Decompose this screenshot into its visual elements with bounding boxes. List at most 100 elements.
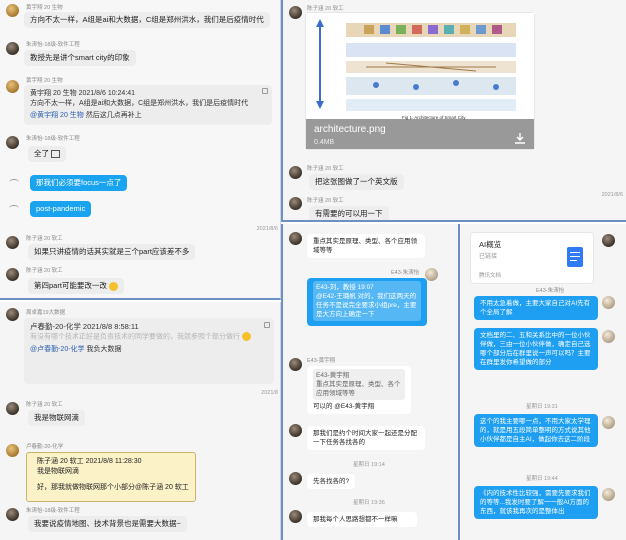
avatar[interactable] bbox=[602, 296, 615, 309]
doc-subtitle: 已链接 bbox=[479, 254, 498, 260]
timestamp: 2021/8/6 bbox=[601, 192, 623, 198]
chat-panel-bottom-left: 周卓嘉19大数据 卢春勤-20-化学 2021/8/8 8:58:11 有没有哪… bbox=[0, 302, 281, 540]
quoted-reply[interactable]: 卢春勤-20-化学 2021/8/8 8:58:11 有没有哪个技术正好是负责技… bbox=[24, 318, 274, 384]
avatar[interactable] bbox=[6, 508, 19, 521]
avatar[interactable] bbox=[602, 416, 615, 429]
avatar[interactable] bbox=[289, 6, 302, 19]
message-bubble[interactable]: E43-黄宇翔 重点其实是原理、类型、各个应用领域等等 可以的 @E43-黄宇翔 bbox=[307, 366, 411, 414]
bird-avatar-icon[interactable] bbox=[8, 174, 21, 187]
message-bubble[interactable]: E43-刘，教授 19:07 @E42-王璐帆 对的，我们这两天的任务不是说完全… bbox=[307, 278, 427, 326]
avatar[interactable] bbox=[6, 4, 19, 17]
doc-file-icon bbox=[567, 247, 583, 267]
image-file-card[interactable]: Fig 1. Architecture of Smart City archit… bbox=[305, 12, 535, 150]
mention-link[interactable]: @卢春勤-20-化学 bbox=[30, 346, 85, 353]
architecture-diagram-image: Fig 1. Architecture of Smart City bbox=[306, 13, 534, 121]
avatar[interactable] bbox=[602, 234, 615, 247]
sender-name: E43-朱涛怡 bbox=[391, 270, 420, 276]
sender-name: 黄宇翔 20 生物 bbox=[26, 78, 63, 84]
emoji-icon bbox=[51, 150, 60, 159]
quoted-reply[interactable]: 黄宇翔 20 生物 2021/8/6 10:24:41 方向不太一样，A组是ai… bbox=[24, 85, 272, 125]
sender-name: 陈子涵 20 软工 bbox=[26, 268, 63, 274]
sender-name: 朱涛怡-18级-软件工程 bbox=[26, 136, 80, 142]
quote-body: 有没有哪个技术正好是负责技术的同学要做的，我就参照个部分做行 bbox=[30, 332, 268, 342]
sender-name: 陈子涵 20 软工 bbox=[307, 166, 344, 172]
sender-name: 卢春勤-20-化学 bbox=[26, 444, 64, 450]
message-bubble[interactable]: 如果只讲疫情的话其实就是三个part应该差不多 bbox=[28, 244, 196, 260]
avatar[interactable] bbox=[289, 472, 302, 485]
avatar[interactable] bbox=[425, 268, 438, 281]
bird-avatar-icon[interactable] bbox=[8, 200, 21, 213]
avatar[interactable] bbox=[602, 488, 615, 501]
avatar[interactable] bbox=[289, 510, 302, 523]
sender-name: 黄宇翔 20 生物 bbox=[26, 5, 63, 11]
message-bubble[interactable]: 我要说疫情地图、技术背景也是需要大数据~ bbox=[28, 516, 187, 532]
message-bubble[interactable]: 第四part可能要改一改 bbox=[28, 278, 124, 294]
message-bubble[interactable]: post-pandemic bbox=[30, 201, 92, 217]
message-text: 第四part可能要改一改 bbox=[34, 281, 107, 290]
quote-body: 方向不太一样，A组是ai和大数据，C组是郑州洪水，我们是后疫情时代 bbox=[30, 100, 249, 107]
doc-link-card[interactable]: AI概览 已链接 腾讯文档 bbox=[470, 232, 594, 284]
message-bubble[interactable]: 我是物联网滴 bbox=[28, 410, 85, 426]
pin-icon[interactable] bbox=[262, 88, 268, 94]
avatar[interactable] bbox=[6, 80, 19, 93]
sender-name: 朱涛怡-18级-软件工程 bbox=[26, 508, 80, 514]
sender-name: 陈子涵 20 软工 bbox=[26, 236, 63, 242]
avatar[interactable] bbox=[289, 197, 302, 210]
avatar[interactable] bbox=[6, 444, 19, 457]
timestamp: 星期日 19:31 bbox=[526, 404, 558, 410]
message-bubble[interactable]: 那我每个人思路想都不一样嘛 bbox=[307, 512, 417, 527]
message-bubble[interactable]: 《内的技术性比较强，需要先要求我们的等等...我发时要了解一一般AI方面的东西，… bbox=[474, 486, 598, 519]
chat-panel-top-left: 黄宇翔 20 生物 方向不太一样，A组是ai和大数据，C组是郑州洪水，我们是后疫… bbox=[0, 0, 281, 300]
quote-header: 陈子涵 20 软工 2021/8/8 11:28:30 bbox=[37, 458, 142, 465]
message-bubble[interactable]: 全了 bbox=[28, 146, 66, 162]
message-bubble[interactable]: 方向不太一样，A组是ai和大数据，C组是郑州洪水，我们是后疫情时代 bbox=[24, 12, 270, 28]
file-size: 0.4MB bbox=[314, 139, 335, 146]
avatar[interactable] bbox=[6, 308, 19, 321]
avatar[interactable] bbox=[6, 268, 19, 281]
quote-body: 重点其实是原理、类型、各个应用领域等等 bbox=[316, 381, 401, 397]
message-text: 可以的 @E43-黄宇翔 bbox=[313, 403, 375, 410]
message-bubble[interactable]: 教授先是讲个smart city的印象 bbox=[24, 50, 136, 66]
reply-text: 然后这几点再补上 bbox=[83, 112, 142, 119]
message-bubble[interactable]: 不用太急着做，主要大家自己对AI先有个全局了解 bbox=[474, 296, 598, 320]
avatar[interactable] bbox=[6, 402, 19, 415]
download-icon[interactable] bbox=[514, 131, 526, 144]
smile-emoji-icon bbox=[108, 281, 118, 291]
message-bubble[interactable]: 重点其实是原理、类型、各个应用领域等等 bbox=[307, 234, 425, 258]
sender-name: 周卓嘉19大数据 bbox=[26, 310, 66, 316]
avatar[interactable] bbox=[6, 42, 19, 55]
message-bubble[interactable]: 有需要的可以用一下 bbox=[309, 206, 389, 220]
quote-header: E43-黄宇翔 bbox=[316, 372, 350, 379]
sender-name: E43-黄宇翔 bbox=[307, 358, 336, 364]
avatar[interactable] bbox=[289, 232, 302, 245]
avatar[interactable] bbox=[289, 358, 302, 371]
quote-header: E43-刘，教授 19:07 bbox=[316, 284, 374, 291]
avatar[interactable] bbox=[6, 136, 19, 149]
message-bubble[interactable]: 那我们是约个时间大家一起还是分配一下任务各找各的 bbox=[307, 426, 425, 450]
avatar[interactable] bbox=[289, 166, 302, 179]
avatar[interactable] bbox=[6, 236, 19, 249]
reply-text: 我负大数据 bbox=[84, 346, 122, 354]
mention-link[interactable]: @陈子涵 20 软工 bbox=[135, 484, 189, 491]
quoted-reply[interactable]: 陈子涵 20 软工 2021/8/8 11:28:30 我是物联网滴 好，那我就… bbox=[26, 452, 196, 502]
chat-panel-bottom-middle: 重点其实是原理、类型、各个应用领域等等 E43-朱涛怡 E43-刘，教授 19:… bbox=[281, 224, 459, 540]
avatar[interactable] bbox=[602, 330, 615, 343]
timestamp: 星期日 19:36 bbox=[353, 500, 385, 506]
sender-name: E43-朱涛怡 bbox=[536, 288, 565, 294]
chat-panel-top-right: 陈子涵 20 软工 Fig 1. Architecture of Smart C… bbox=[281, 0, 626, 222]
pin-icon[interactable] bbox=[264, 322, 270, 328]
message-bubble[interactable]: 那我们必须要focus一点了 bbox=[30, 175, 128, 191]
reply-text: 好，那我就做物联网那个小部分 bbox=[37, 484, 135, 491]
message-bubble[interactable]: 先各找各的? bbox=[307, 474, 356, 489]
sender-name: 朱涛怡-18级-软件工程 bbox=[26, 42, 80, 48]
sender-name: 陈子涵 20 软工 bbox=[26, 402, 63, 408]
message-bubble[interactable]: 这个的我主要哪一点，不用大家太学理的，就是用五段简单整明的方式说其他小伙伴都是自… bbox=[474, 414, 598, 447]
message-bubble[interactable]: 文档里的二、五和关系比中的一位小伙伴做，三由一位小伙伴做，确定自己选哪个部分后在… bbox=[474, 328, 598, 370]
quote-header: 卢春勤-20-化学 2021/8/8 8:58:11 bbox=[30, 322, 139, 331]
sender-name: 陈子涵 20 软工 bbox=[307, 6, 344, 12]
message-text: 全了 bbox=[34, 149, 49, 158]
emoji-icon bbox=[242, 332, 251, 341]
avatar[interactable] bbox=[289, 424, 302, 437]
message-bubble[interactable]: 把这张图做了一个英文版 bbox=[309, 174, 404, 190]
mention-link[interactable]: @黄宇翔 20 生物 bbox=[30, 112, 84, 119]
